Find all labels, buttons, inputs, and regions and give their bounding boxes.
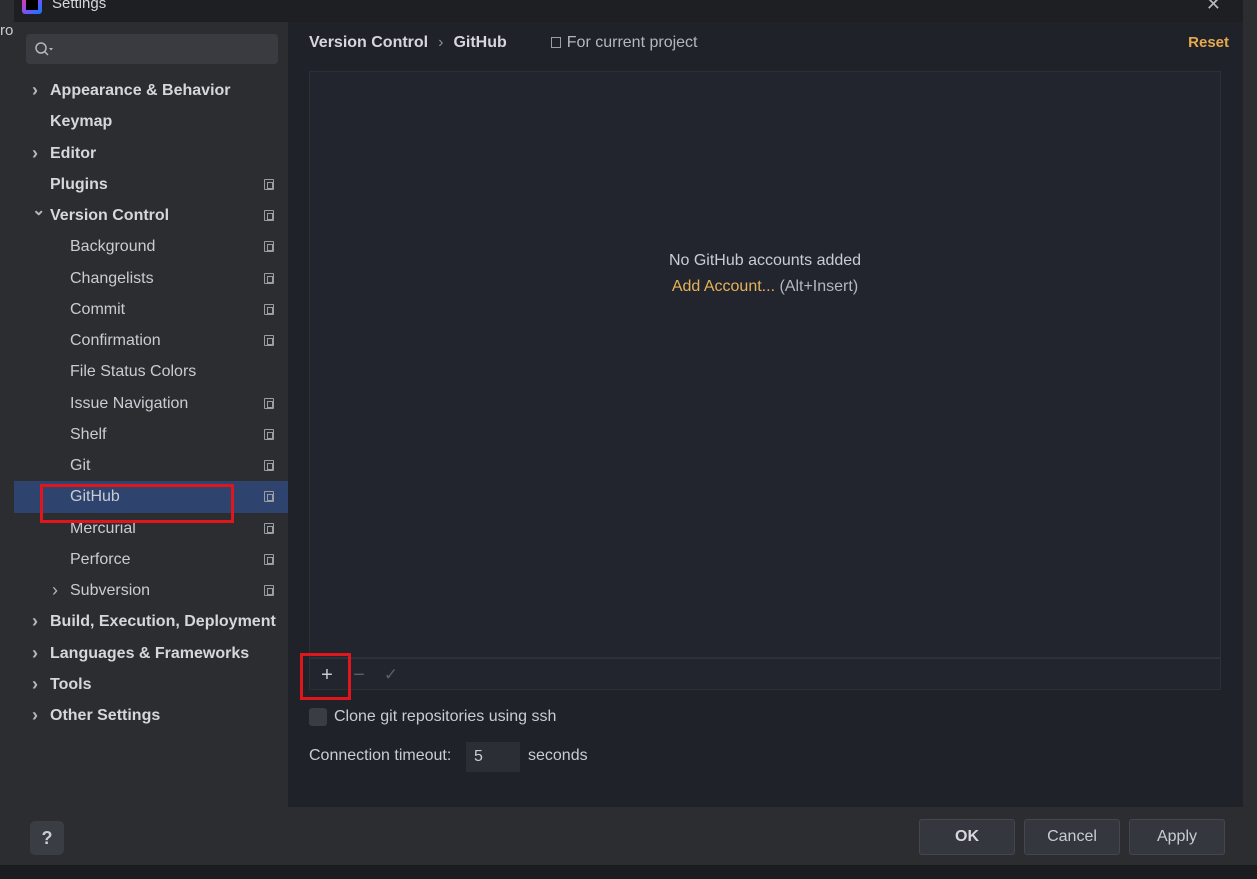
breadcrumb: Version Control › GitHub For current projec… (309, 34, 698, 54)
sidebar-item-commit[interactable]: Commit (14, 294, 288, 325)
settings-sidebar: › Appearance & Behavior Keymap › Editor Plugi… (14, 22, 288, 807)
connection-timeout-unit: seconds (528, 747, 588, 764)
cancel-button[interactable]: Cancel (1024, 819, 1120, 855)
chevron-right-icon[interactable]: › (52, 575, 64, 606)
project-scope-icon (264, 178, 274, 190)
sidebar-item-label: Other Settings (50, 707, 161, 724)
breadcrumb-github: GitHub (453, 34, 507, 51)
chevron-right-icon[interactable]: › (32, 606, 44, 637)
sidebar-item-changelists[interactable]: Changelists (14, 263, 288, 294)
sidebar-item-label: Commit (70, 300, 126, 318)
connection-timeout-field[interactable] (466, 742, 520, 772)
chevron-right-icon[interactable]: › (32, 669, 44, 700)
set-default-account-button[interactable]: ✓ (377, 662, 405, 688)
add-account-line: Add Account... (Alt+Insert) (310, 278, 1220, 296)
sidebar-item-subversion[interactable]: › Subversion (14, 575, 288, 606)
accounts-list[interactable]: No GitHub accounts added Add Account... … (309, 71, 1221, 658)
clone-ssh-checkbox[interactable] (309, 708, 327, 726)
breadcrumb-separator: › (438, 34, 444, 51)
sidebar-item-file-status-colors[interactable]: File Status Colors (14, 356, 288, 387)
sidebar-item-label: Subversion (70, 582, 151, 599)
sidebar-item-appearance-behavior[interactable]: › Appearance & Behavior (14, 75, 288, 106)
sidebar-item-label: Confirmation (70, 332, 161, 349)
sidebar-item-label: Git (70, 457, 91, 474)
sidebar-item-label: Issue Navigation (70, 394, 189, 412)
sidebar-item-tools[interactable]: › Tools (14, 669, 288, 700)
background-partial-text: ro (0, 22, 14, 39)
project-scope-icon (264, 210, 274, 221)
project-scope-icon (550, 37, 561, 48)
sidebar-item-plugins[interactable]: Plugins (14, 169, 288, 200)
project-scope-icon (264, 428, 274, 440)
scope-label: For current project (566, 34, 698, 51)
sidebar-item-background[interactable]: Background (14, 231, 288, 262)
sidebar-item-label: Languages & Frameworks (50, 644, 250, 662)
ok-button[interactable]: OK (919, 819, 1015, 855)
clone-ssh-label[interactable]: Clone git repositories using ssh (334, 708, 556, 726)
breadcrumb-version-control[interactable]: Version Control (309, 34, 428, 51)
sidebar-item-label: Background (70, 238, 156, 256)
sidebar-item-label: Perforce (70, 550, 131, 568)
close-icon[interactable]: ✕ (1206, 0, 1221, 15)
background-window-edge-right (1243, 0, 1257, 879)
reset-link[interactable]: Reset (1188, 34, 1229, 51)
sidebar-item-languages-frameworks[interactable]: › Languages & Frameworks (14, 638, 288, 669)
sidebar-item-label: File Status Colors (70, 363, 197, 381)
dialog-footer: ? OK Cancel Apply (14, 807, 1243, 865)
settings-tree: › Appearance & Behavior Keymap › Editor Plugi… (14, 75, 288, 731)
sidebar-item-perforce[interactable]: Perforce (14, 544, 288, 575)
highlight-box-add-button (300, 653, 351, 700)
search-input[interactable] (26, 34, 278, 64)
sidebar-item-label: Changelists (70, 269, 154, 287)
intellij-app-icon (22, 0, 42, 14)
project-scope-icon (264, 241, 274, 253)
sidebar-item-label: Keymap (50, 113, 113, 131)
project-scope-icon (264, 522, 274, 534)
sidebar-item-other-settings[interactable]: › Other Settings (14, 700, 288, 731)
sidebar-item-label: Plugins (50, 175, 108, 193)
project-scope-icon (264, 272, 274, 284)
project-scope-icon (264, 335, 274, 346)
sidebar-item-keymap[interactable]: Keymap (14, 106, 288, 137)
help-button[interactable]: ? (30, 821, 64, 855)
chevron-right-icon[interactable]: › (32, 700, 44, 731)
sidebar-item-build-execution-deployment[interactable]: › Build, Execution, Deployment (14, 606, 288, 637)
chevron-right-icon[interactable]: › (32, 138, 44, 169)
project-scope-icon (264, 303, 274, 315)
project-scope-icon (264, 397, 274, 409)
add-account-link[interactable]: Add Account... (672, 278, 775, 295)
accounts-toolbar: + − ✓ (309, 658, 1221, 690)
background-window-edge (0, 0, 14, 879)
sidebar-item-label: Appearance & Behavior (50, 82, 231, 99)
sidebar-item-shelf[interactable]: Shelf (14, 419, 288, 450)
project-scope-icon (264, 460, 274, 471)
connection-timeout-label: Connection timeout: (309, 747, 452, 764)
scope-indicator: For current project (550, 34, 698, 51)
empty-accounts-message: No GitHub accounts added (668, 252, 862, 269)
chevron-right-icon[interactable]: › (32, 75, 44, 106)
title-bar: Settings ✕ (14, 0, 1243, 22)
main-panel: Version Control › GitHub For current projec… (288, 22, 1243, 807)
sidebar-item-git[interactable]: Git (14, 450, 288, 481)
sidebar-item-editor[interactable]: › Editor (14, 138, 288, 169)
project-scope-icon (264, 491, 274, 503)
sidebar-item-label: Build, Execution, Deployment (50, 613, 276, 631)
project-scope-icon (264, 585, 274, 596)
chevron-right-icon[interactable]: › (32, 638, 44, 669)
sidebar-item-confirmation[interactable]: Confirmation (14, 325, 288, 356)
window-title: Settings (52, 0, 107, 12)
sidebar-item-label: Tools (50, 675, 92, 693)
project-scope-icon (264, 553, 274, 565)
sidebar-item-label: Editor (50, 144, 97, 162)
sidebar-item-label: Shelf (70, 425, 107, 443)
chevron-down-icon[interactable]: ⌄ (32, 195, 45, 226)
search-icon (35, 42, 53, 56)
add-account-shortcut: (Alt+Insert) (775, 278, 859, 295)
sidebar-item-label: Version Control (50, 207, 170, 224)
sidebar-item-issue-navigation[interactable]: Issue Navigation (14, 388, 288, 419)
background-bottom (0, 865, 1257, 879)
apply-button[interactable]: Apply (1129, 819, 1225, 855)
sidebar-item-version-control[interactable]: ⌄ Version Control (14, 200, 288, 231)
highlight-box-github (40, 484, 234, 523)
